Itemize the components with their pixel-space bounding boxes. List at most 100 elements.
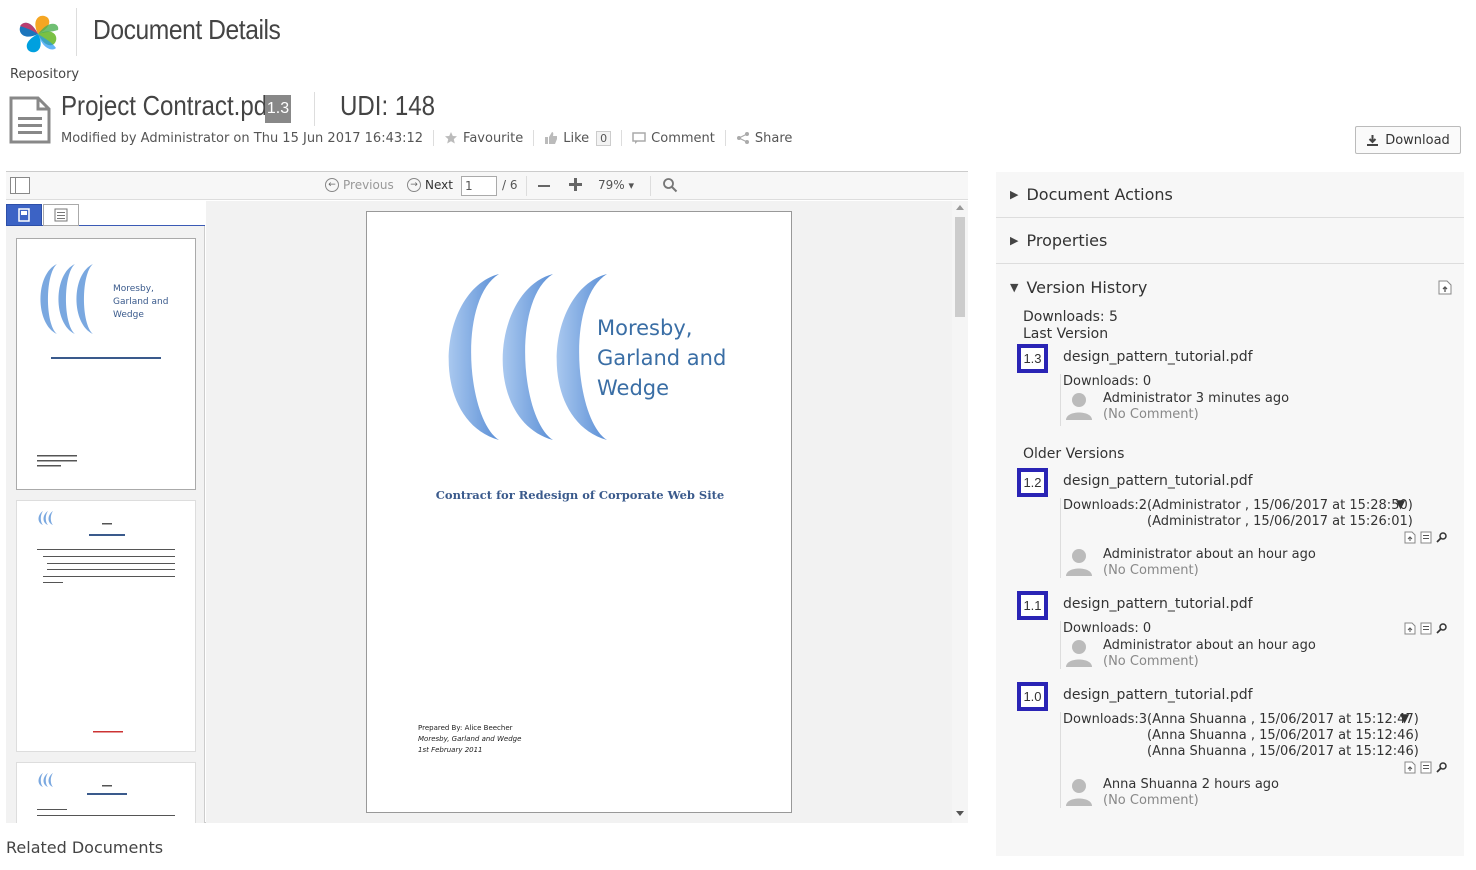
company-name-line2: Garland and: [597, 346, 727, 370]
version-connector: [1060, 374, 1061, 426]
toolbar-separator: [650, 176, 651, 196]
triangle-down-icon: ▼: [1010, 280, 1019, 294]
version-file-name[interactable]: design_pattern_tutorial.pdf: [1063, 349, 1253, 365]
download-button[interactable]: Download: [1355, 126, 1461, 154]
alfresco-logo-icon: [19, 15, 59, 53]
prepared-date: 1st February 2011: [418, 746, 483, 754]
prepared-by: Prepared By: Alice Beecher: [418, 724, 513, 732]
page-view-area[interactable]: Moresby, Garland and Wedge Contract for …: [206, 201, 952, 823]
view-properties-icon[interactable]: [1420, 531, 1432, 544]
page-thumbnail-2[interactable]: [16, 500, 196, 752]
document-name: Project Contract.pdf: [61, 90, 274, 121]
thumbs-up-icon: [545, 132, 558, 144]
search-icon[interactable]: [1436, 531, 1448, 544]
comment-label: Comment: [651, 130, 715, 146]
download-log-entry: (Administrator , 15/06/2017 at 15:28:50): [1147, 498, 1413, 513]
user-avatar-icon: [1066, 640, 1092, 667]
document-icon: [9, 96, 51, 144]
version-downloads: Downloads:3: [1063, 712, 1148, 727]
udi-divider: [314, 92, 315, 126]
outline-tab[interactable]: [43, 204, 79, 226]
expand-log-icon[interactable]: ▼: [1396, 497, 1405, 511]
page-title: Document Details: [93, 14, 281, 45]
toolbar-separator: [526, 176, 527, 196]
thumbnail-tabs: [6, 202, 205, 226]
revert-version-icon[interactable]: [1404, 761, 1416, 774]
version-connector: [1060, 498, 1061, 578]
svg-text:Wedge: Wedge: [113, 310, 144, 320]
downloads-total: Downloads: 5: [1023, 309, 1118, 325]
version-file-name[interactable]: design_pattern_tutorial.pdf: [1063, 473, 1253, 489]
zoom-select[interactable]: 79% ▾: [598, 178, 634, 192]
version-badge: 1.2: [1017, 468, 1048, 497]
favourite-label: Favourite: [463, 130, 524, 146]
version-downloads: Downloads: 0: [1063, 621, 1152, 636]
version-file-name[interactable]: design_pattern_tutorial.pdf: [1063, 596, 1253, 612]
comment-action[interactable]: Comment: [632, 131, 715, 146]
triangle-right-icon: ▶: [1010, 234, 1019, 247]
version-author: Administrator 3 minutes ago: [1103, 391, 1290, 406]
share-icon: [736, 132, 749, 144]
version-comment: (No Comment): [1103, 563, 1199, 578]
version-actions: [1404, 761, 1448, 774]
version-actions: [1404, 622, 1448, 635]
version-connector: [1060, 712, 1061, 808]
related-documents-heading: Related Documents: [6, 838, 164, 857]
search-icon[interactable]: [662, 177, 678, 193]
version-author: Anna Shuanna 2 hours ago: [1103, 777, 1280, 792]
revert-version-icon[interactable]: [1404, 622, 1416, 635]
version-file-name[interactable]: design_pattern_tutorial.pdf: [1063, 687, 1253, 703]
user-avatar-icon: [1066, 549, 1092, 576]
document-actions-toggle[interactable]: ▶ Document Actions: [996, 172, 1464, 218]
page-thumbnail-3[interactable]: [16, 762, 196, 823]
view-properties-icon[interactable]: [1420, 761, 1432, 774]
page-total: / 6: [502, 178, 518, 192]
view-properties-icon[interactable]: [1420, 622, 1432, 635]
download-label: Download: [1385, 132, 1450, 148]
version-badge: 1.3: [1017, 344, 1048, 373]
page-thumbnail-1[interactable]: Moresby, Garland and Wedge: [16, 238, 196, 490]
version-downloads: Downloads:2: [1063, 498, 1148, 513]
version-badge: 1.1: [1017, 591, 1048, 620]
version-downloads: Downloads: 0: [1063, 374, 1152, 389]
download-icon: [1367, 134, 1379, 146]
download-log-entry: (Anna Shuanna , 15/06/2017 at 15:12:46): [1147, 744, 1419, 759]
breadcrumb[interactable]: Repository: [10, 67, 79, 82]
share-action[interactable]: Share: [736, 130, 793, 146]
comment-icon: [632, 132, 646, 144]
revert-version-icon[interactable]: [1404, 531, 1416, 544]
share-label: Share: [754, 130, 793, 146]
caret-down-icon: ▾: [628, 179, 635, 192]
expand-log-icon[interactable]: ▼: [1400, 711, 1409, 725]
scroll-thumb[interactable]: [955, 217, 965, 317]
search-icon[interactable]: [1436, 761, 1448, 774]
favourite-action[interactable]: Favourite: [444, 131, 523, 146]
properties-toggle[interactable]: ▶ Properties: [996, 218, 1464, 264]
zoom-in-button[interactable]: [569, 178, 582, 191]
document-actions-label: Document Actions: [1026, 185, 1173, 204]
thumbnail-preview: [37, 511, 175, 733]
sidebar-toggle-button[interactable]: [10, 177, 30, 194]
scroll-down-icon[interactable]: [956, 811, 964, 816]
thumbnail-panel[interactable]: Moresby, Garland and Wedge: [6, 226, 205, 823]
user-avatar-icon: [1066, 393, 1092, 420]
like-action[interactable]: Like 0: [544, 130, 612, 146]
previous-page-button[interactable]: ← Previous: [325, 178, 394, 192]
page-scrollbar[interactable]: [952, 201, 968, 823]
upload-new-version-icon[interactable]: [1438, 280, 1452, 295]
version-comment: (No Comment): [1103, 407, 1199, 422]
next-page-button[interactable]: → Next: [407, 178, 453, 192]
version-history-toggle[interactable]: ▼ Version History: [996, 264, 1464, 310]
search-icon[interactable]: [1436, 622, 1448, 635]
download-log-entry: (Anna Shuanna , 15/06/2017 at 15:12:47): [1147, 712, 1419, 727]
zoom-value: 79%: [598, 178, 625, 192]
meta-separator: [433, 130, 435, 146]
company-name-line1: Moresby,: [597, 316, 693, 340]
zoom-out-button[interactable]: [538, 185, 550, 187]
page-number-input[interactable]: 1: [461, 176, 497, 196]
thumbnails-tab[interactable]: [6, 204, 42, 226]
like-count: 0: [596, 130, 612, 146]
prepared-company: Moresby, Garland and Wedge: [418, 735, 522, 743]
scroll-up-icon[interactable]: [956, 205, 964, 210]
version-author: Administrator about an hour ago: [1103, 547, 1316, 562]
